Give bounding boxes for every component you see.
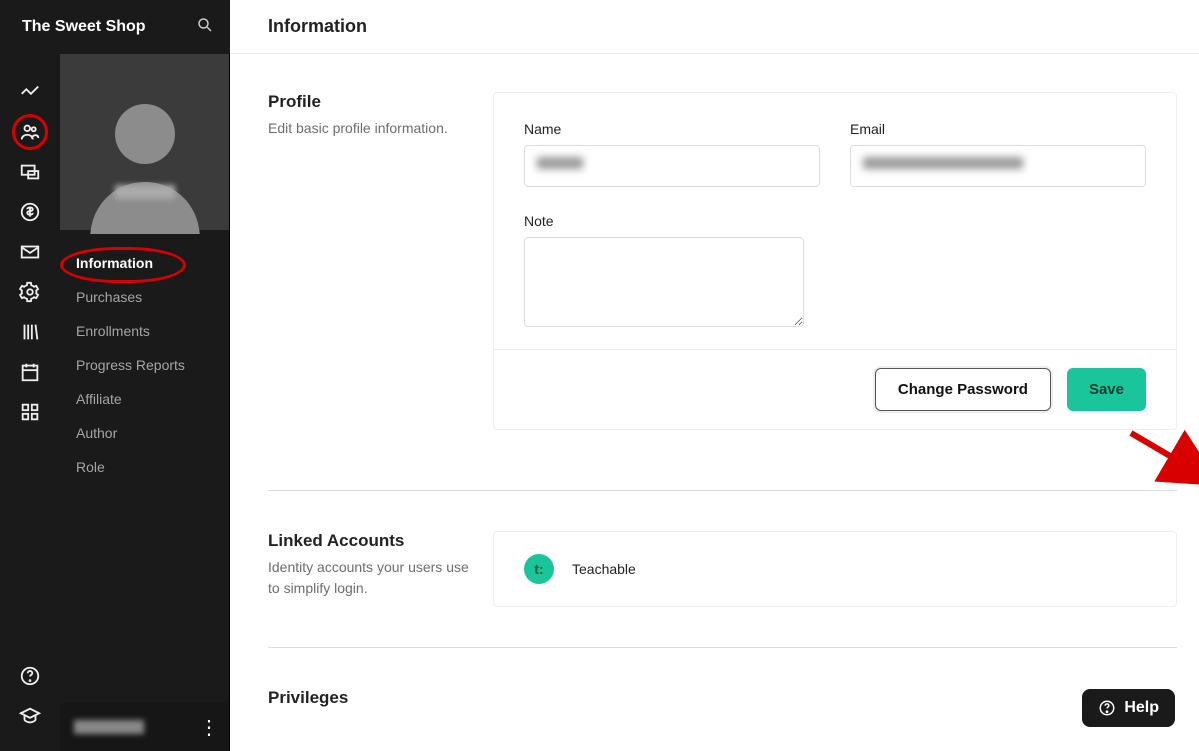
privileges-section-title: Privileges <box>268 688 1177 708</box>
avatar-placeholder-icon <box>60 64 230 234</box>
nav-users-icon[interactable] <box>0 112 60 152</box>
user-avatar-block: Student <box>60 54 229 230</box>
sidebar-item-progress-reports[interactable]: Progress Reports <box>76 348 229 382</box>
help-button[interactable]: Help <box>1082 689 1175 727</box>
help-circle-icon <box>1098 699 1116 717</box>
footer-user-redacted <box>74 720 144 734</box>
nav-sales-icon[interactable] <box>0 192 60 232</box>
nav-graduation-icon[interactable] <box>0 696 60 736</box>
name-label: Name <box>524 121 820 137</box>
nav-calendar-icon[interactable] <box>0 352 60 392</box>
sidebar-item-role[interactable]: Role <box>76 450 229 484</box>
side-menu: Information Purchases Enrollments Progre… <box>60 230 229 484</box>
note-label: Note <box>524 213 824 229</box>
email-label: Email <box>850 121 1146 137</box>
save-button[interactable]: Save <box>1067 368 1146 411</box>
nav-settings-icon[interactable] <box>0 272 60 312</box>
profile-card: Name Email Note Change Password <box>493 92 1177 430</box>
email-input[interactable] <box>850 145 1146 187</box>
nav-library-icon[interactable] <box>0 312 60 352</box>
help-label: Help <box>1124 699 1159 717</box>
nav-apps-icon[interactable] <box>0 392 60 432</box>
icon-rail <box>0 0 60 751</box>
profile-section-title: Profile <box>268 92 473 112</box>
main-content: Information Profile Edit basic profile i… <box>230 0 1199 751</box>
sidebar-item-purchases[interactable]: Purchases <box>76 280 229 314</box>
divider <box>268 647 1177 648</box>
user-name-redacted <box>115 185 175 199</box>
annotation-arrow-icon <box>1126 428 1199 498</box>
linked-provider-name: Teachable <box>572 561 636 577</box>
linked-account-card: t: Teachable <box>493 531 1177 607</box>
sidebar-item-affiliate[interactable]: Affiliate <box>76 382 229 416</box>
linked-section-title: Linked Accounts <box>268 531 473 551</box>
change-password-button[interactable]: Change Password <box>875 368 1051 411</box>
sidebar-item-information[interactable]: Information <box>76 246 229 280</box>
page-title: Information <box>268 16 367 37</box>
nav-help-icon[interactable] <box>0 656 60 696</box>
nav-email-icon[interactable] <box>0 232 60 272</box>
teachable-badge-icon: t: <box>524 554 554 584</box>
side-panel: Student Information Purchases Enrollment… <box>60 0 230 751</box>
linked-section-desc: Identity accounts your users use to simp… <box>268 557 473 599</box>
sidebar-item-enrollments[interactable]: Enrollments <box>76 314 229 348</box>
nav-site-icon[interactable] <box>0 152 60 192</box>
footer-menu-icon[interactable]: ⋮ <box>199 715 219 740</box>
sidebar-item-author[interactable]: Author <box>76 416 229 450</box>
main-header: Information <box>230 0 1199 54</box>
note-textarea[interactable] <box>524 237 804 327</box>
name-input[interactable] <box>524 145 820 187</box>
divider <box>268 490 1177 491</box>
profile-section-desc: Edit basic profile information. <box>268 118 473 139</box>
nav-analytics-icon[interactable] <box>0 72 60 112</box>
search-icon[interactable] <box>196 16 214 39</box>
